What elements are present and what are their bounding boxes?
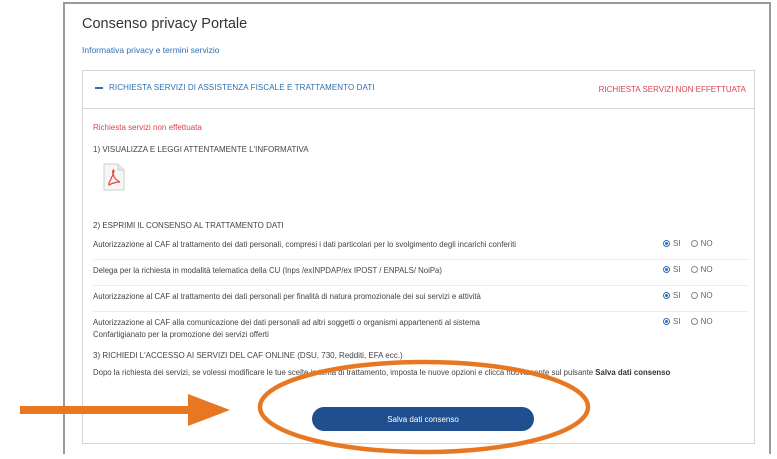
step1-heading: 1) VISUALIZZA E LEGGI ATTENTAMENTE L'INF… (93, 145, 309, 154)
radio-no[interactable]: NO (690, 291, 713, 300)
radio-yes-label: SI (673, 317, 681, 326)
consent-row: Autorizzazione al CAF al trattamento dei… (93, 239, 748, 260)
radio-dot[interactable] (690, 266, 698, 273)
radio-no-label: NO (700, 291, 713, 300)
step2-heading: 2) ESPRIMI IL CONSENSO AL TRATTAMENTO DA… (93, 221, 284, 230)
collapse-toggle[interactable]: RICHIESTA SERVIZI DI ASSISTENZA FISCALE … (95, 83, 375, 92)
radio-group: SI NO (663, 265, 713, 274)
radio-dot[interactable] (690, 318, 698, 325)
consent-text: Delega per la richiesta in modalità tele… (93, 266, 442, 275)
consent-text: Autorizzazione al CAF al trattamento dei… (93, 292, 481, 301)
radio-dot[interactable] (690, 292, 698, 299)
radio-yes-label: SI (673, 291, 681, 300)
panel-header: RICHIESTA SERVIZI DI ASSISTENZA FISCALE … (83, 71, 754, 109)
radio-group: SI NO (663, 317, 713, 326)
pdf-icon[interactable] (103, 163, 125, 191)
page-title: Consenso privacy Portale (82, 16, 248, 32)
error-message: Richiesta servizi non effettuata (93, 123, 202, 132)
minus-icon[interactable] (95, 86, 103, 89)
radio-dot[interactable] (690, 240, 698, 247)
radio-yes-label: SI (673, 265, 681, 274)
radio-no[interactable]: NO (690, 317, 713, 326)
privacy-terms-link[interactable]: Informativa privacy e termini servizio (82, 45, 219, 55)
radio-group: SI NO (663, 239, 713, 248)
annotation-ellipse-icon (257, 359, 591, 455)
consent-row: Delega per la richiesta in modalità tele… (93, 265, 748, 286)
radio-dot-selected[interactable] (663, 266, 670, 273)
radio-dot-selected[interactable] (663, 240, 670, 247)
section-heading[interactable]: RICHIESTA SERVIZI DI ASSISTENZA FISCALE … (109, 83, 375, 92)
consent-row: Autorizzazione al CAF al trattamento dei… (93, 291, 748, 312)
radio-dot-selected[interactable] (663, 318, 670, 325)
radio-yes[interactable]: SI (663, 265, 681, 274)
radio-yes[interactable]: SI (663, 291, 681, 300)
radio-no-label: NO (700, 317, 713, 326)
consent-text: Autorizzazione al CAF alla comunicazione… (93, 318, 481, 339)
radio-yes[interactable]: SI (663, 239, 681, 248)
radio-yes-label: SI (673, 239, 681, 248)
annotation-arrow-icon (20, 394, 230, 426)
radio-no[interactable]: NO (690, 265, 713, 274)
radio-no-label: NO (700, 239, 713, 248)
consent-row: Autorizzazione al CAF alla comunicazione… (93, 317, 748, 343)
note-bold: Salva dati consenso (595, 368, 671, 377)
radio-yes[interactable]: SI (663, 317, 681, 326)
radio-no-label: NO (700, 265, 713, 274)
radio-dot-selected[interactable] (663, 292, 670, 299)
radio-group: SI NO (663, 291, 713, 300)
consent-text: Autorizzazione al CAF al trattamento dei… (93, 240, 516, 249)
radio-no[interactable]: NO (690, 239, 713, 248)
request-status-badge: RICHIESTA SERVIZI NON EFFETTUATA (598, 85, 746, 94)
